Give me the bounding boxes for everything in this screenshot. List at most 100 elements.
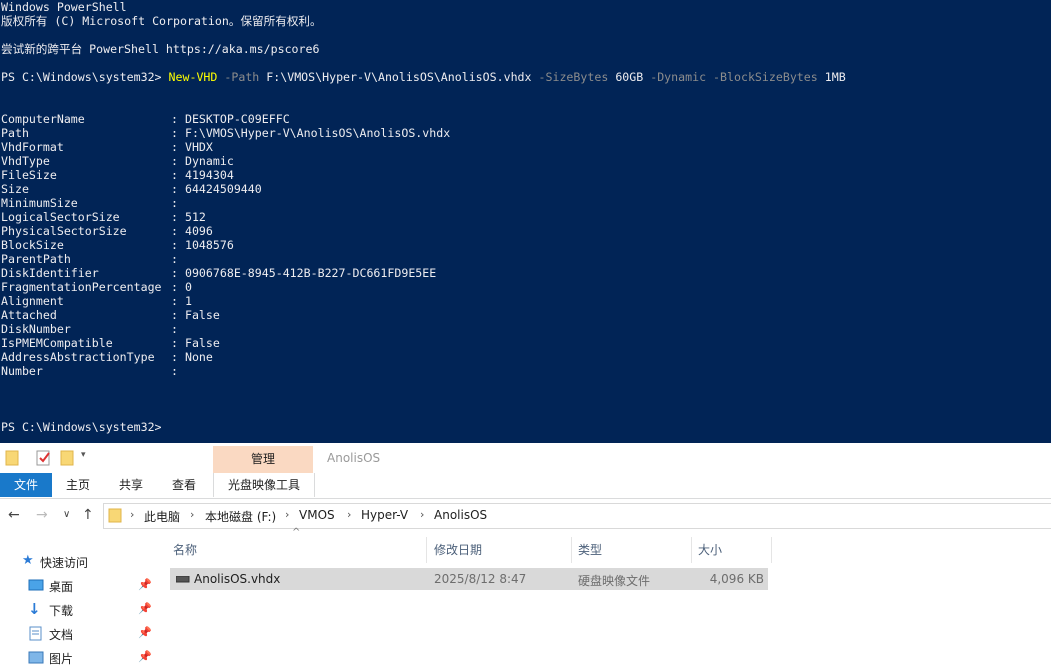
- output-row: Number:: [1, 364, 185, 378]
- desktop-icon: [28, 579, 44, 591]
- output-row: VhdFormat: VHDX: [1, 140, 213, 154]
- column-header-date[interactable]: 修改日期: [434, 541, 482, 558]
- output-row: PhysicalSectorSize: 4096: [1, 224, 213, 238]
- context-tab-header: 管理: [213, 446, 313, 473]
- properties-icon[interactable]: [36, 449, 52, 467]
- column-divider[interactable]: [691, 537, 692, 563]
- breadcrumb-separator-icon: ›: [347, 508, 352, 521]
- output-row: AddressAbstractionType: None: [1, 350, 213, 364]
- console-prompt: PS C:\Windows\system32>: [1, 70, 169, 84]
- chevron-down-icon[interactable]: ▾: [81, 450, 86, 460]
- output-row: MinimumSize:: [1, 196, 185, 210]
- file-type: 硬盘映像文件: [578, 574, 651, 588]
- sidebar-item-quick-access[interactable]: ★ 快速访问: [0, 551, 160, 573]
- output-row: VhdType: Dynamic: [1, 154, 234, 168]
- output-row: Alignment: 1: [1, 294, 192, 308]
- tab-view[interactable]: 查看: [163, 473, 205, 497]
- tab-share[interactable]: 共享: [110, 473, 152, 497]
- console-header-line: Windows PowerShell: [1, 0, 127, 14]
- file-row-selected[interactable]: AnolisOS.vhdx 2025/8/12 8:47 硬盘映像文件 4,09…: [170, 568, 768, 590]
- output-row: Attached: False: [1, 308, 220, 322]
- output-row: DiskNumber:: [1, 322, 185, 336]
- document-icon: [29, 626, 42, 641]
- sidebar-item-documents[interactable]: 文档 📌: [0, 623, 160, 645]
- sidebar-item-label: 下载: [49, 604, 74, 618]
- new-folder-icon[interactable]: [60, 450, 74, 466]
- up-arrow-icon[interactable]: ↑: [82, 507, 94, 523]
- console-tip-line: 尝试新的跨平台 PowerShell https://aka.ms/pscore…: [1, 42, 320, 56]
- arg-path: F:\VMOS\Hyper-V\AnolisOS\AnolisOS.vhdx: [266, 70, 532, 84]
- sidebar-item-desktop[interactable]: 桌面 📌: [0, 575, 160, 597]
- star-icon: ★: [22, 553, 34, 568]
- pin-icon[interactable]: 📌: [138, 602, 152, 615]
- breadcrumb-this-pc[interactable]: 此电脑: [144, 508, 180, 525]
- output-row: LogicalSectorSize: 512: [1, 210, 206, 224]
- sort-ascending-icon: ^: [292, 527, 301, 538]
- pin-icon[interactable]: 📌: [138, 626, 152, 639]
- output-row: DiskIdentifier: 0906768E-8945-412B-B227-…: [1, 266, 437, 280]
- output-row: BlockSize: 1048576: [1, 238, 234, 252]
- disk-image-icon: [176, 576, 190, 583]
- tab-disc-image-tools[interactable]: 光盘映像工具: [213, 473, 315, 497]
- address-bar[interactable]: › 此电脑 › 本地磁盘 (F:) › VMOS › Hyper-V › Ano…: [103, 503, 1051, 529]
- navigation-pane: ★ 快速访问 桌面 📌 ↓ 下载 📌 文档 📌 图片 📌: [0, 547, 160, 666]
- powershell-console[interactable]: Windows PowerShell 版权所有 (C) Microsoft Co…: [0, 0, 1051, 443]
- download-arrow-icon: ↓: [28, 600, 41, 618]
- tab-file[interactable]: 文件: [0, 473, 52, 497]
- param-path: -Path: [224, 70, 260, 84]
- file-explorer-window: ▾ 管理 AnolisOS 文件 主页 共享 查看 光盘映像工具 ← → ∨ ↑…: [0, 443, 1051, 666]
- column-divider[interactable]: [426, 537, 427, 563]
- recent-locations-chevron-icon[interactable]: ∨: [63, 507, 70, 523]
- arg-blocksize: 1MB: [824, 70, 846, 84]
- sidebar-item-label: 图片: [49, 652, 74, 666]
- quick-access-toolbar: ▾ 管理 AnolisOS: [0, 443, 1051, 473]
- column-header-type[interactable]: 类型: [578, 541, 602, 558]
- column-headers: ^ 名称 修改日期 类型 大小: [160, 527, 1051, 563]
- breadcrumb-separator-icon: ›: [130, 508, 135, 521]
- output-row: FileSize: 4194304: [1, 168, 234, 182]
- console-copyright-line: 版权所有 (C) Microsoft Corporation。保留所有权利。: [1, 14, 322, 28]
- file-name: AnolisOS.vhdx: [194, 572, 281, 586]
- column-header-size[interactable]: 大小: [698, 541, 722, 558]
- param-blocksizebytes: -BlockSizeBytes: [713, 70, 818, 84]
- breadcrumb-local-disk[interactable]: 本地磁盘 (F:): [205, 508, 276, 525]
- window-title: AnolisOS: [327, 451, 381, 465]
- output-row: FragmentationPercentage: 0: [1, 280, 192, 294]
- tab-home[interactable]: 主页: [57, 473, 99, 497]
- breadcrumb-vmos[interactable]: VMOS: [299, 508, 335, 522]
- file-date: 2025/8/12 8:47: [434, 572, 527, 586]
- output-row: Size: 64424509440: [1, 182, 262, 196]
- breadcrumb-anolisos[interactable]: AnolisOS: [434, 508, 487, 522]
- sidebar-item-downloads[interactable]: ↓ 下载 📌: [0, 599, 160, 621]
- pin-icon[interactable]: 📌: [138, 650, 152, 663]
- output-row: IsPMEMCompatible: False: [1, 336, 220, 350]
- file-size: 4,096 KB: [709, 572, 764, 586]
- column-divider[interactable]: [771, 537, 772, 563]
- ribbon-tabs: 文件 主页 共享 查看 光盘映像工具: [0, 473, 1051, 499]
- output-row: Path: F:\VMOS\Hyper-V\AnolisOS\AnolisOS.…: [1, 126, 451, 140]
- output-row: ComputerName: DESKTOP-C09EFFC: [1, 112, 290, 126]
- pictures-icon: [28, 651, 44, 664]
- column-divider[interactable]: [571, 537, 572, 563]
- console-command-line: PS C:\Windows\system32> New-VHD -Path F:…: [1, 70, 846, 84]
- sidebar-item-pictures[interactable]: 图片 📌: [0, 647, 160, 669]
- breadcrumb-separator-icon: ›: [285, 508, 290, 521]
- cmdlet-name: New-VHD: [168, 70, 218, 84]
- folder-icon: [108, 508, 122, 523]
- sidebar-item-label: 桌面: [49, 580, 74, 594]
- breadcrumb-separator-icon: ›: [190, 508, 195, 521]
- param-dynamic: -Dynamic: [650, 70, 707, 84]
- breadcrumb-hyper-v[interactable]: Hyper-V: [361, 508, 408, 522]
- output-row: ParentPath:: [1, 252, 185, 266]
- forward-arrow-icon[interactable]: →: [36, 507, 48, 523]
- back-arrow-icon[interactable]: ←: [8, 507, 20, 523]
- param-sizebytes: -SizeBytes: [538, 70, 609, 84]
- console-final-prompt: PS C:\Windows\system32>: [1, 420, 162, 434]
- sidebar-item-label: 快速访问: [40, 556, 89, 570]
- arg-size: 60GB: [615, 70, 644, 84]
- navigation-bar: ← → ∨ ↑ › 此电脑 › 本地磁盘 (F:) › VMOS › Hyper…: [0, 501, 1051, 531]
- column-header-name[interactable]: 名称: [173, 541, 197, 558]
- sidebar-item-label: 文档: [49, 628, 74, 642]
- folder-icon[interactable]: [5, 450, 19, 466]
- pin-icon[interactable]: 📌: [138, 578, 152, 591]
